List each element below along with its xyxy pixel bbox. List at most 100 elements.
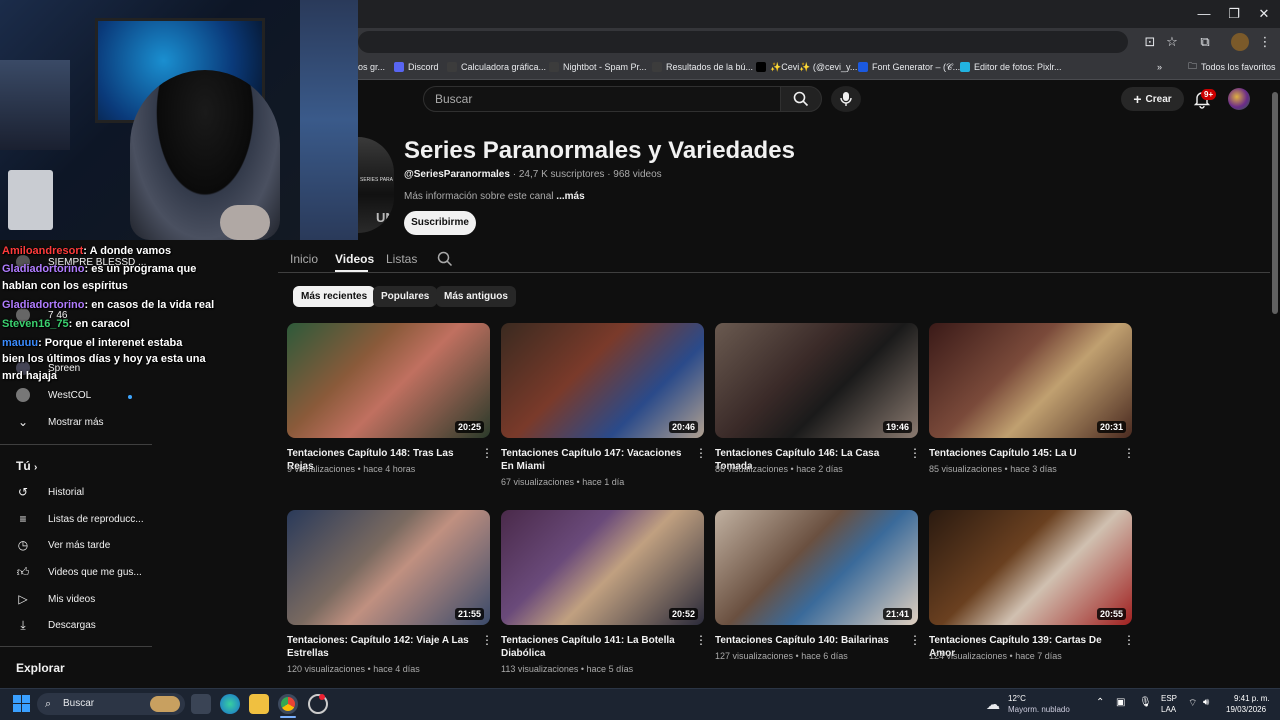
voice-search-button[interactable] (831, 86, 861, 112)
sidebar-item-downloads[interactable]: ⤓ Descargas (16, 615, 95, 635)
video-thumbnail[interactable]: 20:55 (929, 510, 1132, 625)
subscribe-button[interactable]: Suscribirme (404, 211, 476, 235)
more-options-icon[interactable]: ⋮ (909, 634, 921, 647)
video-thumbnail[interactable]: 19:46 (715, 323, 918, 438)
sidebar-item-playlists[interactable]: ≡ Listas de reproducc... (16, 509, 143, 529)
tray-app-icon[interactable]: ▣ (1116, 697, 1125, 708)
chip-oldest[interactable]: Más antiguos (436, 286, 516, 307)
more-options-icon[interactable]: ⋮ (909, 447, 921, 460)
microphone-icon[interactable]: 🎙︎ (1139, 697, 1152, 708)
start-button[interactable] (13, 695, 30, 712)
video-card[interactable]: 21:41 Tentaciones Capítulo 140: Bailarina… (715, 510, 921, 675)
video-card[interactable]: 20:46 Tentaciones Capítulo 147: Vacacione… (501, 323, 707, 488)
video-thumbnail[interactable]: 21:55 (287, 510, 490, 625)
minimize-icon[interactable]: — (1189, 4, 1219, 24)
sidebar-item-watch-later[interactable]: ◷ Ver más tarde (16, 535, 111, 555)
profile-icon[interactable] (1231, 33, 1249, 51)
more-options-icon[interactable]: ⋮ (481, 447, 493, 460)
video-thumbnail[interactable]: 20:25 (287, 323, 490, 438)
video-duration: 20:25 (454, 421, 484, 433)
task-view-icon[interactable] (191, 694, 211, 714)
video-card[interactable]: 20:31 Tentaciones Capítulo 145: La U 85 vi… (929, 323, 1135, 488)
video-card[interactable]: 19:46 Tentaciones Capítulo 146: La Casa T… (715, 323, 921, 488)
video-thumbnail[interactable]: 21:41 (715, 510, 918, 625)
video-meta: 120 visualizaciones • hace 4 días (287, 664, 420, 674)
file-explorer-icon[interactable] (249, 694, 269, 714)
sidebar-item-history[interactable]: ↺ Historial (16, 482, 84, 502)
bookmark-item[interactable]: Calculadora gráfica... (447, 60, 546, 74)
bookmark-item[interactable]: Discord (394, 60, 439, 74)
account-avatar[interactable] (1228, 88, 1250, 110)
volume-icon[interactable]: 🔊︎ (1203, 697, 1209, 708)
menu-dots-icon[interactable]: ⋮ (1256, 33, 1274, 51)
video-card[interactable]: 20:52 Tentaciones Capítulo 141: La Botell… (501, 510, 707, 675)
bookmark-item[interactable]: Nightbot - Spam Pr... (549, 60, 647, 74)
extensions-icon[interactable]: ⧉ (1196, 33, 1214, 51)
weather-temp[interactable]: 12°C (1008, 694, 1026, 703)
bookmark-partial[interactable]: os gr... (358, 60, 385, 74)
sidebar-you-heading[interactable]: Tú › (16, 459, 37, 473)
tab-listas[interactable]: Listas (386, 252, 417, 266)
video-card[interactable]: 20:25 Tentaciones Capítulo 148: Tras Las … (287, 323, 493, 488)
video-title[interactable]: Tentaciones Capítulo 140: Bailarinas (715, 634, 900, 647)
tray-expand-icon[interactable]: ⌃ (1096, 697, 1104, 708)
bookmark-star-icon[interactable]: ☆ (1163, 33, 1181, 51)
video-title[interactable]: Tentaciones Capítulo 147: Vacaciones En … (501, 447, 686, 473)
address-bar[interactable] (358, 31, 1128, 53)
clock-date[interactable]: 19/03/2026 (1226, 705, 1266, 714)
page-scrollbar-thumb[interactable] (1272, 92, 1278, 314)
bookmark-item[interactable]: Font Generator – (𝒞... (858, 60, 960, 74)
more-options-icon[interactable]: ⋮ (1123, 447, 1135, 460)
channel-description[interactable]: Más información sobre este canal ...más (404, 191, 585, 202)
chrome-icon[interactable] (278, 694, 298, 714)
all-bookmarks[interactable]: 🗀 Todos los favoritos (1188, 60, 1276, 74)
tab-inicio[interactable]: Inicio (290, 252, 318, 266)
channel-search-button[interactable] (437, 251, 453, 272)
bookmark-item[interactable]: ✨Cevi✨ (@cevi_y... (756, 60, 857, 74)
more-options-icon[interactable]: ⋮ (481, 634, 493, 647)
more-options-icon[interactable]: ⋮ (695, 447, 707, 460)
wifi-icon[interactable]: ⌔ (1188, 697, 1197, 710)
more-link[interactable]: ...más (556, 191, 584, 202)
chip-popular[interactable]: Populares (373, 286, 438, 307)
tab-videos[interactable]: Videos (335, 252, 374, 266)
weather-icon[interactable]: ☁ (986, 696, 1000, 713)
sidebar-item-liked[interactable]: 👍︎ Videos que me gus... (16, 562, 142, 582)
chat-text: : es un programa que (84, 263, 197, 275)
video-thumbnail[interactable]: 20:31 (929, 323, 1132, 438)
more-options-icon[interactable]: ⋮ (695, 634, 707, 647)
language-sub[interactable]: LAA (1161, 705, 1176, 714)
video-card[interactable]: 20:55 Tentaciones Capítulo 139: Cartas De… (929, 510, 1135, 675)
search-button[interactable] (780, 86, 822, 112)
close-icon[interactable]: ✕ (1249, 4, 1279, 24)
sidebar-sub-westcol[interactable]: WestCOL (16, 385, 91, 405)
show-more-button[interactable]: ⌄ Mostrar más (16, 412, 104, 432)
video-meta: 67 visualizaciones • hace 1 día (501, 477, 624, 487)
search-input[interactable]: Buscar (423, 86, 781, 112)
video-title[interactable]: Tentaciones: Capítulo 142: Viaje A Las E… (287, 634, 472, 660)
language-indicator[interactable]: ESP (1161, 694, 1177, 703)
bookmarks-overflow-icon[interactable]: » (1157, 60, 1162, 74)
more-options-icon[interactable]: ⋮ (1123, 634, 1135, 647)
obs-icon[interactable] (308, 694, 328, 714)
chip-most-recent[interactable]: Más recientes (293, 286, 376, 307)
video-thumbnail[interactable]: 20:46 (501, 323, 704, 438)
clock-time[interactable]: 9:41 p. m. (1234, 694, 1270, 703)
video-card[interactable]: 21:55 Tentaciones: Capítulo 142: Viaje A … (287, 510, 493, 675)
bookmark-item[interactable]: Editor de fotos: Pixlr... (960, 60, 1062, 74)
weather-desc[interactable]: Mayorm. nublado (1008, 705, 1070, 714)
video-title[interactable]: Tentaciones Capítulo 141: La Botella Dia… (501, 634, 686, 660)
restore-icon[interactable]: ❐ (1219, 4, 1249, 24)
bookmark-label: Font Generator – (𝒞... (872, 61, 961, 72)
create-button[interactable]: + Crear (1121, 87, 1184, 111)
install-app-icon[interactable]: ⊡ (1141, 33, 1159, 51)
bookmark-item[interactable]: Resultados de la bú... (652, 60, 753, 74)
video-title[interactable]: Tentaciones Capítulo 145: La U (929, 447, 1114, 460)
sidebar-item-my-videos[interactable]: ▷ Mis videos (16, 589, 95, 609)
sidebar-divider (0, 444, 152, 445)
video-thumbnail[interactable]: 20:52 (501, 510, 704, 625)
bookmark-label: Editor de fotos: Pixlr... (974, 62, 1062, 72)
channel-avatar[interactable]: SERIES PARA UN (358, 137, 394, 233)
edge-icon[interactable] (220, 694, 240, 714)
bookmark-label: ✨Cevi✨ (@cevi_y... (770, 61, 858, 72)
